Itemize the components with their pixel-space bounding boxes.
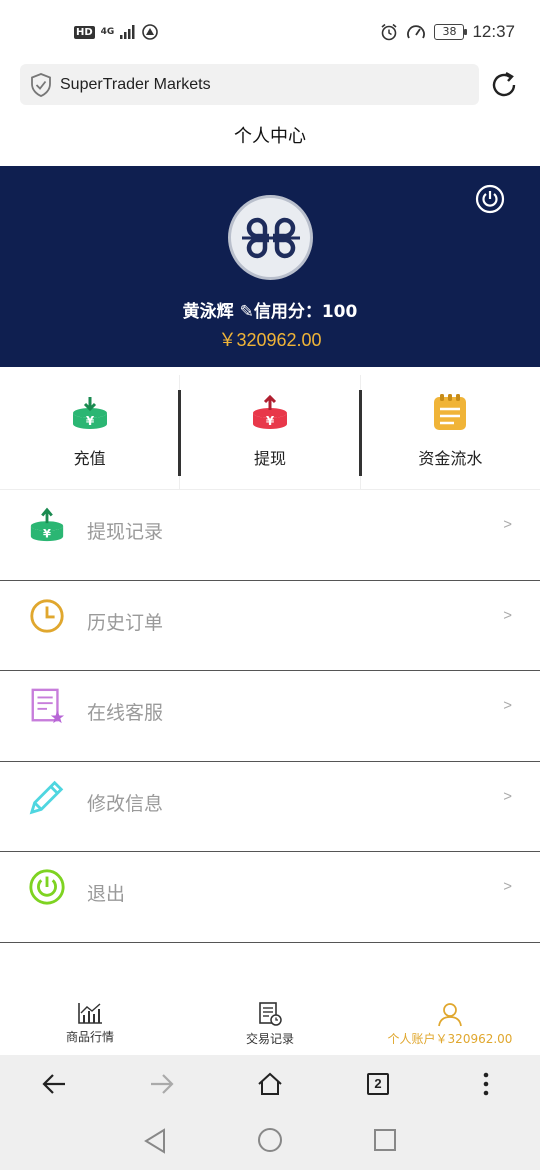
forward-button[interactable] — [140, 1062, 184, 1106]
user-icon — [438, 1003, 462, 1027]
hd-badge: HD — [74, 25, 95, 39]
deposit-icon: ¥ — [72, 397, 107, 429]
more-button[interactable] — [464, 1062, 508, 1106]
tabs-button[interactable]: 2 — [356, 1062, 400, 1106]
bottom-tab-bar: 商品行情 交易记录 个人账户￥320962.00 — [0, 992, 540, 1055]
action-label: 充值 — [73, 449, 106, 468]
home-button[interactable] — [248, 1062, 292, 1106]
withdraw-button[interactable]: ¥ 提现 — [178, 375, 359, 489]
status-right: 38 12:37 — [380, 22, 515, 42]
quick-actions: ¥ 充值 ¥ 提现 资金流水 — [0, 375, 540, 490]
page-title: 个人中心 — [234, 126, 306, 147]
tab-label: 商品行情 — [65, 1030, 114, 1044]
speed-icon — [407, 25, 426, 39]
chart-icon — [78, 1003, 102, 1024]
address-bar[interactable]: SuperTrader Markets — [20, 64, 479, 105]
menu-list: ¥ 提现记录 > 历史订单 > 在线客服 > 修改信息 > 退出 > — [0, 490, 540, 943]
menu-label: 在线客服 — [87, 702, 164, 724]
document-star-icon — [31, 688, 65, 724]
site-title: SuperTrader Markets — [60, 75, 211, 93]
svg-text:¥: ¥ — [43, 526, 51, 540]
power-icon — [29, 869, 65, 905]
menu-item-edit-info[interactable]: 修改信息 > — [0, 762, 540, 852]
system-home-icon[interactable] — [257, 1127, 283, 1153]
chevron-right-icon: > — [503, 697, 512, 714]
browser-navigation: 2 — [0, 1055, 540, 1112]
svg-text:¥: ¥ — [266, 414, 275, 428]
tab-label: 交易记录 — [245, 1032, 294, 1046]
reload-icon[interactable] — [488, 69, 520, 101]
power-icon[interactable] — [475, 184, 505, 214]
clock-icon — [30, 598, 64, 633]
system-navigation — [0, 1112, 540, 1170]
action-label: 资金流水 — [418, 449, 483, 468]
chevron-right-icon: > — [503, 787, 512, 805]
arrow-right-icon — [151, 1073, 174, 1094]
withdraw-icon: ¥ — [30, 507, 64, 542]
divider — [358, 390, 362, 476]
battery-indicator: 38 — [434, 24, 468, 40]
avatar — [228, 195, 313, 280]
logo-icon — [241, 217, 300, 258]
menu-item-withdraw-records[interactable]: ¥ 提现记录 > — [0, 490, 540, 581]
menu-label: 退出 — [87, 883, 126, 905]
menu-label: 修改信息 — [87, 792, 164, 815]
more-vertical-icon — [483, 1072, 489, 1095]
chevron-right-icon: > — [503, 878, 512, 895]
shield-icon — [31, 72, 51, 97]
signal-icon — [120, 25, 135, 39]
deposit-button[interactable]: ¥ 充值 — [0, 375, 179, 489]
user-name-credit: 黄泳辉 ✎信用分：100 — [182, 302, 358, 322]
tab-trade-records[interactable]: 交易记录 — [180, 992, 360, 1055]
notepad-icon — [434, 394, 467, 430]
menu-item-logout[interactable]: 退出 > — [0, 852, 540, 943]
network-type: 4G — [100, 26, 115, 37]
tab-market[interactable]: 商品行情 — [0, 992, 180, 1055]
status-left: HD 4G — [74, 24, 159, 40]
home-icon — [258, 1072, 282, 1095]
withdraw-icon: ¥ — [252, 394, 287, 429]
tab-personal-account[interactable]: 个人账户￥320962.00 — [360, 992, 540, 1055]
tab-label: 个人账户￥320962.00 — [387, 1032, 513, 1046]
menu-label: 历史订单 — [87, 611, 164, 634]
clock: 12:37 — [472, 22, 515, 41]
divider — [178, 390, 182, 476]
system-recents-icon[interactable] — [373, 1128, 397, 1152]
pencil-icon — [29, 780, 64, 814]
status-bar: HD 4G 38 12:37 — [0, 0, 540, 64]
action-label: 提现 — [253, 449, 286, 468]
menu-item-history-orders[interactable]: 历史订单 > — [0, 581, 540, 671]
receipt-icon — [259, 1002, 282, 1026]
tab-count: 2 — [367, 1072, 389, 1095]
fund-flow-button[interactable]: 资金流水 — [358, 375, 540, 489]
menu-label: 提现记录 — [87, 521, 164, 543]
system-back-icon[interactable] — [143, 1128, 167, 1154]
profile-header: 黄泳辉 ✎信用分：100 ￥320962.00 — [0, 166, 540, 367]
chevron-right-icon: > — [503, 606, 512, 624]
arrow-left-icon — [42, 1073, 65, 1094]
menu-item-customer-service[interactable]: 在线客服 > — [0, 671, 540, 762]
svg-text:¥: ¥ — [85, 414, 94, 428]
chevron-right-icon: > — [503, 516, 512, 533]
hotspot-icon — [142, 24, 159, 40]
account-balance: ￥320962.00 — [218, 330, 322, 350]
back-button[interactable] — [32, 1062, 76, 1106]
alarm-icon — [381, 23, 397, 41]
